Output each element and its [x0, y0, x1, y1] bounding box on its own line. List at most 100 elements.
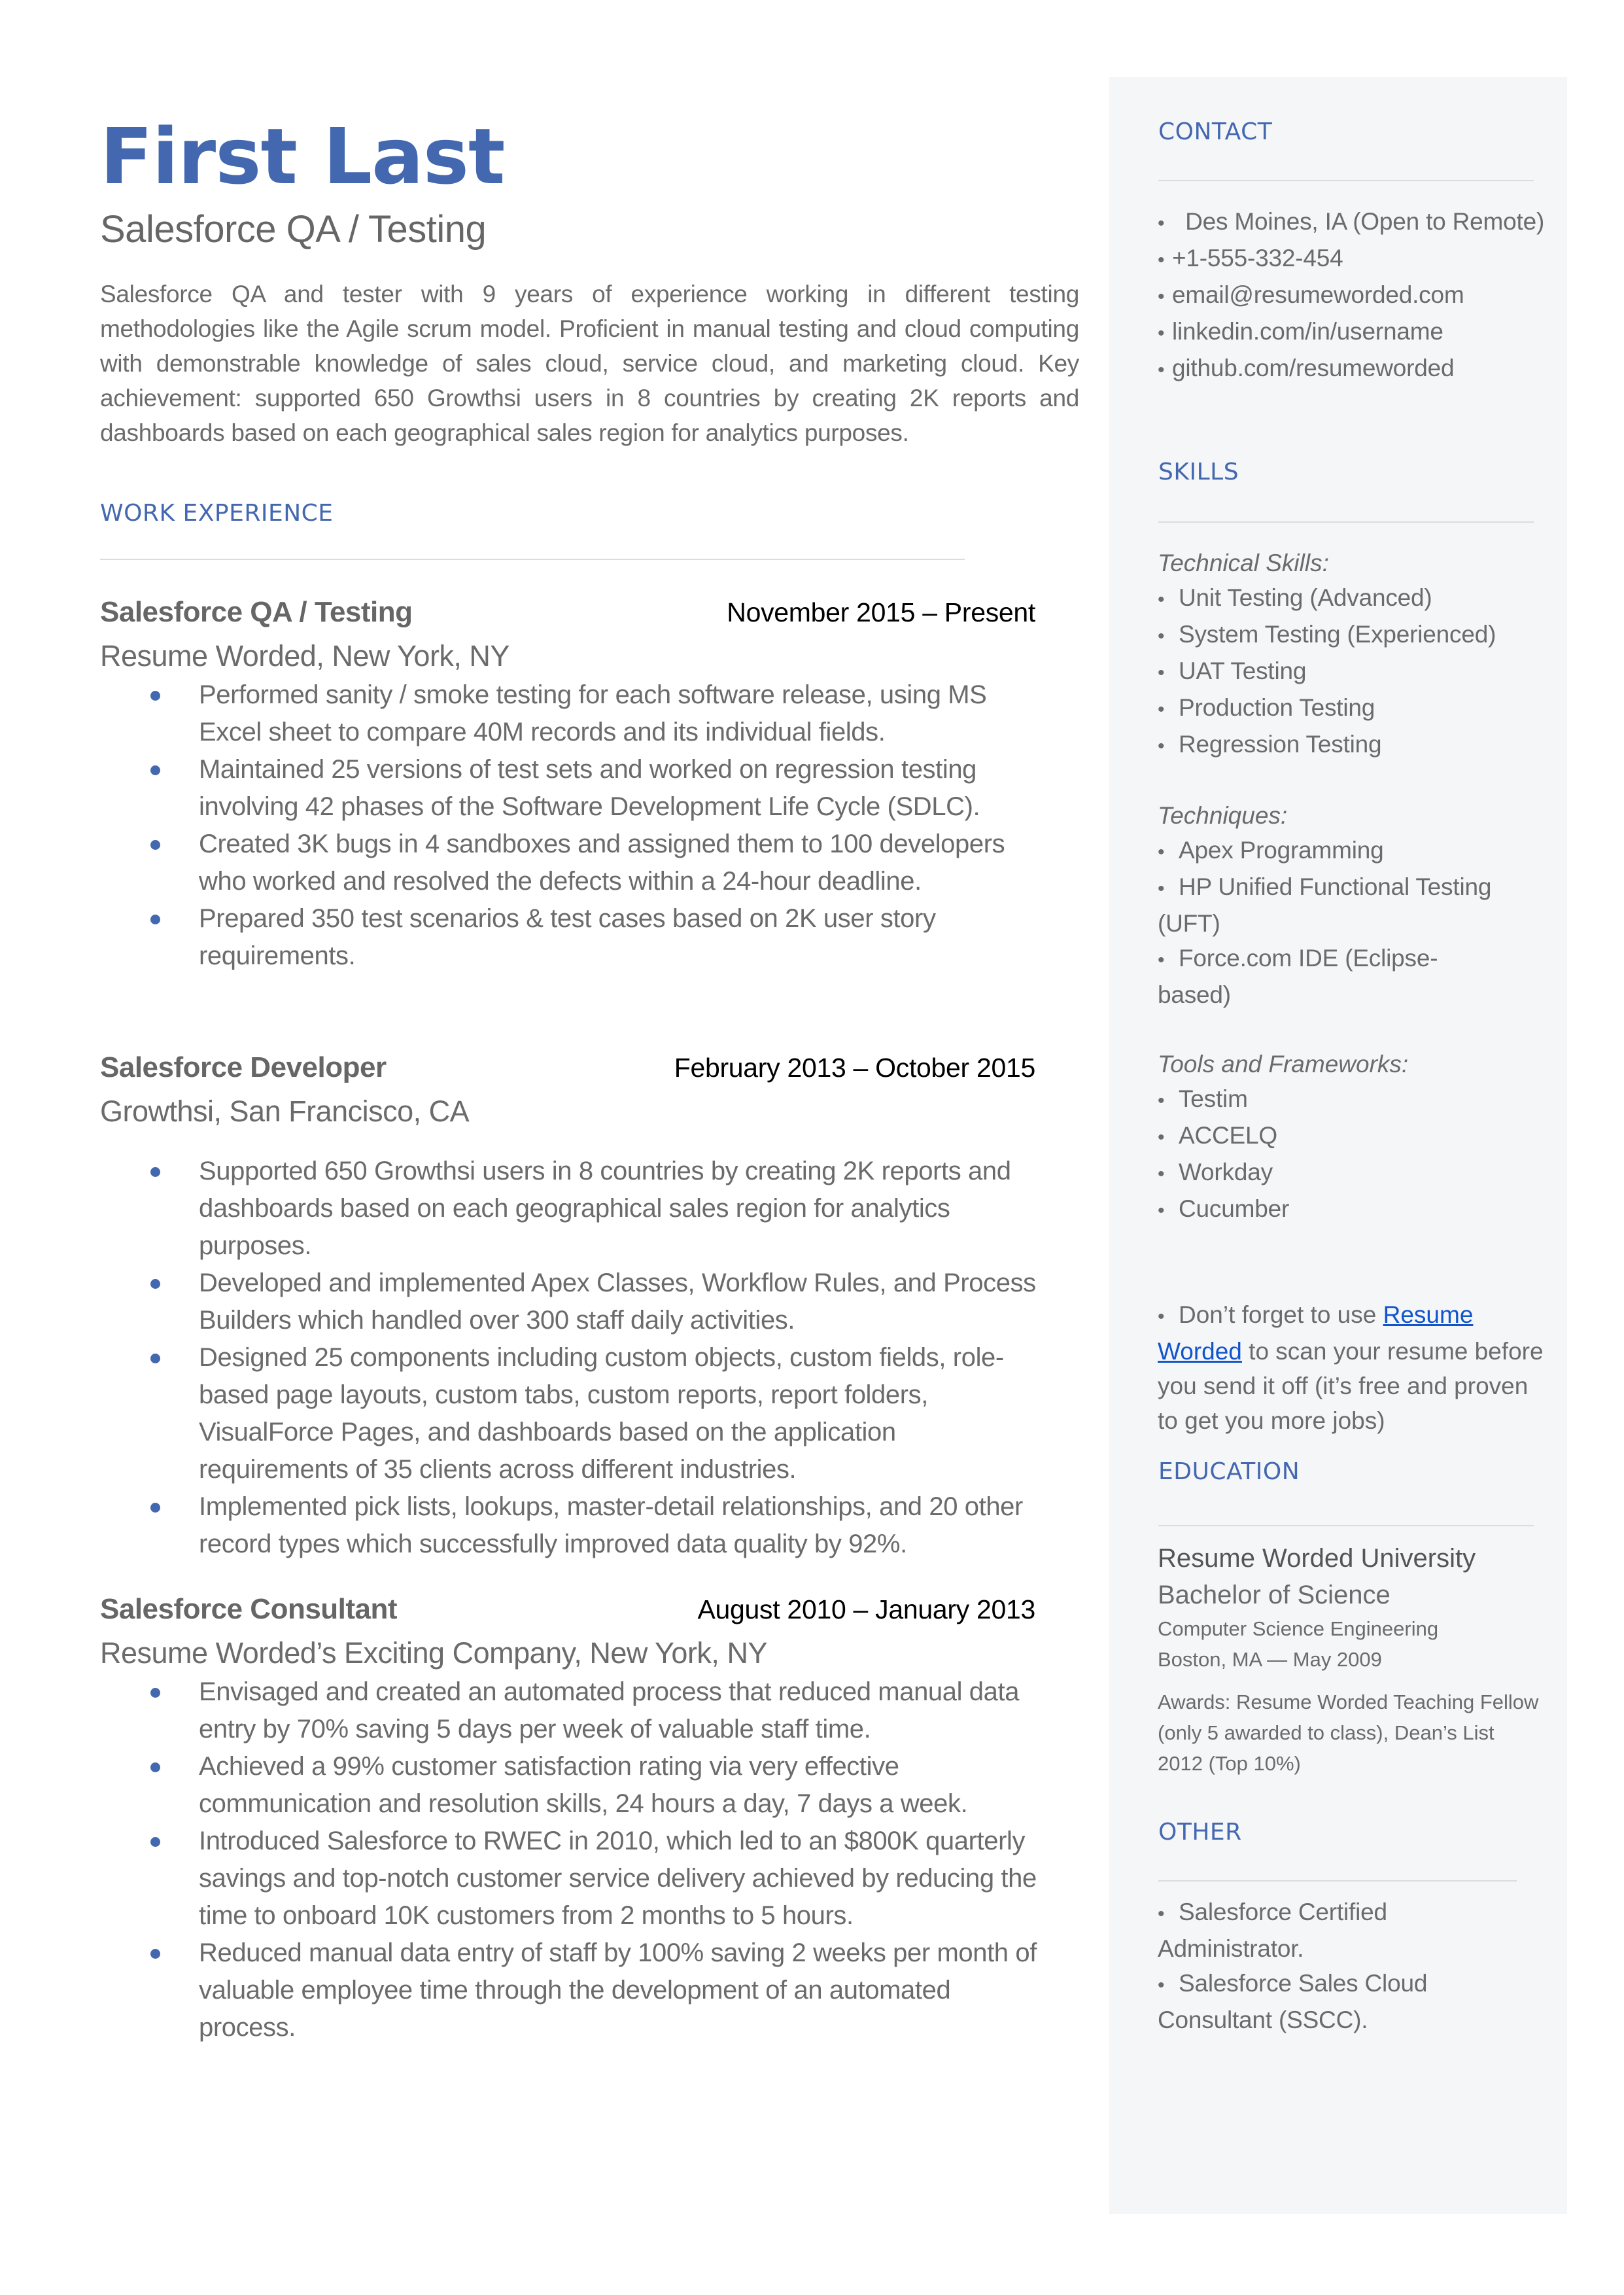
- resume-worded-tip: • Don’t forget to use Resume Worded to sc…: [1158, 1297, 1544, 1438]
- bullet-dot-icon: [150, 691, 160, 701]
- bullet-icon: •: [1158, 841, 1165, 863]
- candidate-name: First Last: [100, 111, 505, 201]
- job-bullets: Supported 650 Growthsi users in 8 countr…: [100, 1153, 1042, 1563]
- contact-list: • Des Moines, IA (Open to Remote) • +1-55…: [1158, 204, 1550, 387]
- bullet-icon: •: [1158, 1127, 1165, 1148]
- job-dates: November 2015 – Present: [727, 597, 1035, 627]
- other-item: • Salesforce Sales Cloud Consultant (SSCC…: [1158, 1966, 1432, 2037]
- skill-item: • Workday: [1158, 1155, 1550, 1191]
- education-school: Resume Worded University: [1158, 1544, 1476, 1573]
- bullet-icon: •: [1158, 1903, 1165, 1925]
- bullet-icon: •: [1158, 1163, 1165, 1185]
- job-bullets: Performed sanity / smoke testing for eac…: [100, 676, 1042, 975]
- bullet-dot-icon: [150, 840, 160, 850]
- bullet-icon: •: [1158, 735, 1165, 757]
- contact-linkedin[interactable]: • linkedin.com/in/username: [1158, 314, 1550, 351]
- skill-item: • Apex Programming: [1158, 833, 1504, 869]
- skills-divider: [1158, 521, 1534, 523]
- bullet-icon: •: [1158, 323, 1165, 344]
- job-title: Salesforce Developer: [100, 1051, 387, 1083]
- skills-content: Technical Skills: • Unit Testing (Advance…: [1158, 546, 1550, 1438]
- skills-heading: SKILLS: [1158, 459, 1239, 485]
- skill-item: • Unit Testing (Advanced): [1158, 580, 1550, 617]
- other-item: • Salesforce Certified Administrator.: [1158, 1895, 1432, 1966]
- bullet-icon: •: [1158, 949, 1165, 971]
- contact-divider: [1158, 180, 1534, 181]
- job-dates: February 2013 – October 2015: [674, 1053, 1036, 1083]
- education-divider: [1158, 1525, 1534, 1526]
- skills-group-label: Technical Skills:: [1158, 550, 1329, 576]
- skill-item: • Production Testing: [1158, 690, 1550, 727]
- skill-item: • UAT Testing: [1158, 654, 1550, 690]
- skill-item: • ACCELQ: [1158, 1118, 1550, 1155]
- job-company: Growthsi, San Francisco, CA: [100, 1095, 470, 1128]
- bullet-dot-icon: [150, 1279, 160, 1289]
- bullet-icon: •: [1158, 1974, 1165, 1996]
- job-company: Resume Worded, New York, NY: [100, 639, 510, 673]
- job-bullet: Envisaged and created an automated proce…: [100, 1673, 1042, 1748]
- other-divider: [1158, 1880, 1517, 1882]
- bullet-dot-icon: [150, 1503, 160, 1513]
- bullet-dot-icon: [150, 1167, 160, 1177]
- education-field: Computer Science Engineering: [1158, 1617, 1439, 1640]
- education-entry: Resume Worded University Bachelor of Sci…: [1158, 1540, 1550, 1779]
- job-bullets: Envisaged and created an automated proce…: [100, 1673, 1042, 2046]
- bullet-icon: •: [1158, 359, 1165, 381]
- skills-group-list: • Testim • ACCELQ • Workday • Cucumber: [1158, 1081, 1550, 1228]
- bullet-icon: •: [1158, 878, 1165, 900]
- education-awards: Awards: Resume Worded Teaching Fellow (o…: [1158, 1691, 1539, 1775]
- bullet-icon: •: [1158, 286, 1165, 307]
- bullet-icon: •: [1158, 625, 1165, 647]
- job-bullet: Reduced manual data entry of staff by 10…: [100, 1935, 1042, 2046]
- skills-group-label: Techniques:: [1158, 802, 1288, 829]
- bullet-dot-icon: [150, 1762, 160, 1772]
- bullet-icon: •: [1158, 213, 1165, 234]
- job-title-headline: Salesforce QA / Testing: [100, 208, 487, 251]
- job-bullet: Performed sanity / smoke testing for eac…: [100, 676, 1042, 751]
- bullet-icon: •: [1158, 662, 1165, 684]
- contact-email[interactable]: • email@resumeworded.com: [1158, 277, 1550, 314]
- job-title: Salesforce Consultant: [100, 1593, 398, 1625]
- bullet-icon: •: [1158, 699, 1165, 720]
- bullet-dot-icon: [150, 765, 160, 775]
- skill-item: • HP Unified Functional Testing (UFT): [1158, 869, 1504, 941]
- bullet-icon: •: [1158, 1200, 1165, 1221]
- job-bullet: Implemented pick lists, lookups, master-…: [100, 1488, 1042, 1563]
- job-bullet: Prepared 350 test scenarios & test cases…: [100, 900, 1042, 975]
- contact-location: • Des Moines, IA (Open to Remote): [1158, 204, 1550, 241]
- job-bullet: Achieved a 99% customer satisfaction rat…: [100, 1748, 1042, 1823]
- summary-paragraph: Salesforce QA and tester with 9 years of…: [100, 281, 1079, 446]
- skill-item: • System Testing (Experienced): [1158, 617, 1550, 654]
- job-title: Salesforce QA / Testing: [100, 596, 413, 628]
- bullet-dot-icon: [150, 915, 160, 924]
- job-company: Resume Worded’s Exciting Company, New Yo…: [100, 1636, 767, 1670]
- skill-item: • Regression Testing: [1158, 727, 1550, 763]
- bullet-dot-icon: [150, 1688, 160, 1698]
- work-experience-heading: WORK EXPERIENCE: [100, 500, 334, 527]
- job-bullet: Designed 25 components including custom …: [100, 1339, 1042, 1488]
- contact-heading: CONTACT: [1158, 118, 1273, 145]
- skill-item: • Force.com IDE (Eclipse-based): [1158, 941, 1504, 1012]
- bullet-icon: •: [1158, 249, 1165, 271]
- bullet-dot-icon: [150, 1837, 160, 1847]
- bullet-icon: •: [1158, 1306, 1165, 1327]
- education-heading: EDUCATION: [1158, 1458, 1300, 1485]
- job-bullet: Introduced Salesforce to RWEC in 2010, w…: [100, 1823, 1042, 1935]
- other-heading: OTHER: [1158, 1819, 1242, 1846]
- bullet-dot-icon: [150, 1949, 160, 1959]
- education-location-date: Boston, MA — May 2009: [1158, 1648, 1382, 1671]
- work-experience-divider: [100, 559, 965, 560]
- skills-group-list: • Apex Programming • HP Unified Functional…: [1158, 833, 1504, 1012]
- skills-group-label: Tools and Frameworks:: [1158, 1051, 1409, 1077]
- job-bullet: Created 3K bugs in 4 sandboxes and assig…: [100, 826, 1042, 900]
- job-dates: August 2010 – January 2013: [697, 1594, 1036, 1624]
- skill-item: • Cucumber: [1158, 1191, 1550, 1228]
- skills-group-list: • Unit Testing (Advanced) • System Testing…: [1158, 580, 1550, 763]
- contact-github[interactable]: • github.com/resumeworded: [1158, 351, 1550, 387]
- contact-phone: • +1-555-332-454: [1158, 241, 1550, 277]
- bullet-dot-icon: [150, 1354, 160, 1363]
- job-bullet: Maintained 25 versions of test sets and …: [100, 751, 1042, 826]
- education-degree: Bachelor of Science: [1158, 1581, 1391, 1609]
- other-list: • Salesforce Certified Administrator. • Sa…: [1158, 1895, 1432, 2037]
- skill-item: • Testim: [1158, 1081, 1550, 1118]
